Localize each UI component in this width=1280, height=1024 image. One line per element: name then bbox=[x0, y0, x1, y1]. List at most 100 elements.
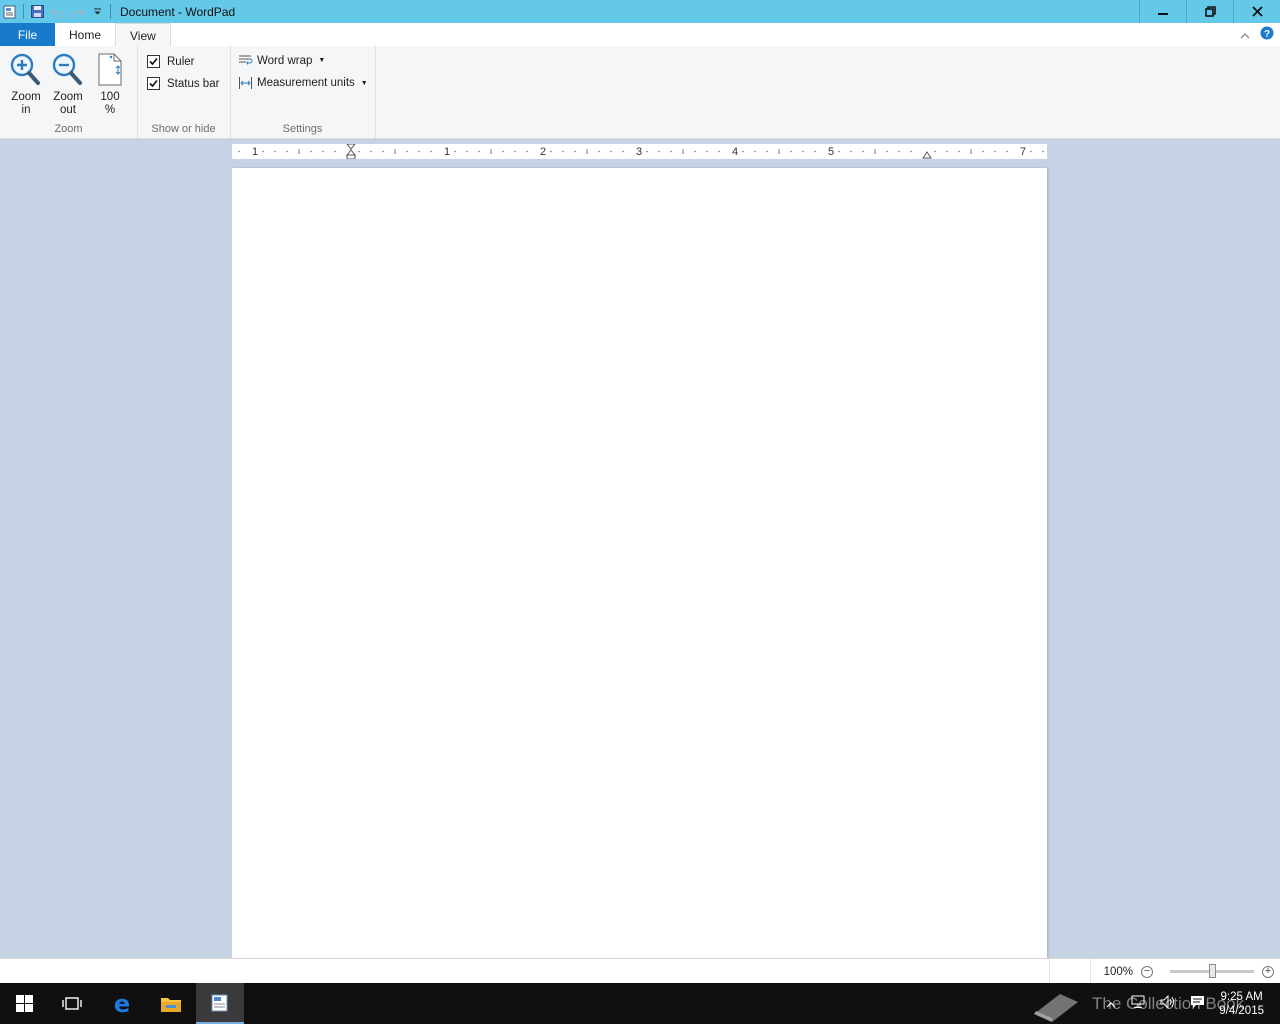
action-center-icon[interactable] bbox=[1190, 995, 1205, 1012]
ruler-tick bbox=[274, 150, 276, 153]
document-editing-area[interactable] bbox=[232, 168, 1047, 958]
zoom-in-button[interactable]: Zoom in bbox=[6, 52, 46, 117]
settings-group-label: Settings bbox=[282, 123, 323, 135]
minimize-button[interactable] bbox=[1139, 0, 1186, 23]
tab-home[interactable]: Home bbox=[55, 23, 115, 46]
start-button[interactable] bbox=[0, 983, 48, 1024]
windows-logo-icon bbox=[15, 995, 33, 1012]
zoom-slider-track[interactable] bbox=[1170, 964, 1254, 978]
zoom-controls: 100% − + bbox=[1104, 959, 1280, 984]
ribbon-view-panel: Zoom in Zoom out 100 % Zoom Ruler Status… bbox=[0, 46, 1280, 139]
ruler-tick bbox=[622, 150, 624, 153]
chevron-down-icon: ▼ bbox=[318, 57, 326, 64]
ruler-tick bbox=[418, 150, 420, 153]
status-bar-checkbox-row[interactable]: Status bar bbox=[147, 77, 219, 90]
book-logo-icon bbox=[1034, 993, 1078, 1022]
zoom-in-icon bbox=[6, 52, 46, 88]
measurement-units-label: Measurement units bbox=[257, 77, 355, 89]
ribbon-tabs: File Home View ? bbox=[0, 23, 1280, 48]
ruler-tick bbox=[406, 150, 408, 153]
restore-button[interactable] bbox=[1186, 0, 1233, 23]
chevron-down-icon: ▼ bbox=[360, 79, 368, 87]
zoom-group-label: Zoom bbox=[54, 123, 83, 135]
ruler-tick bbox=[706, 150, 708, 153]
ruler-tick bbox=[610, 150, 612, 153]
ruler-tick bbox=[574, 150, 576, 153]
file-explorer-button[interactable] bbox=[147, 983, 195, 1024]
redo-icon[interactable] bbox=[67, 0, 87, 23]
ruler-tick bbox=[694, 150, 696, 153]
ruler-tick bbox=[766, 150, 768, 153]
quick-access-toolbar bbox=[0, 0, 114, 23]
undo-icon[interactable] bbox=[47, 0, 67, 23]
ruler-checkbox[interactable] bbox=[147, 55, 160, 68]
edge-browser-button[interactable]: e bbox=[98, 983, 146, 1024]
word-wrap-button[interactable]: Word wrap ▼ bbox=[238, 54, 325, 67]
chevron-up-icon[interactable] bbox=[1106, 997, 1116, 1011]
ruler-tick bbox=[658, 150, 660, 153]
network-icon[interactable] bbox=[1130, 995, 1146, 1012]
folder-icon bbox=[161, 997, 181, 1012]
ruler-number: 2 bbox=[540, 146, 546, 158]
ruler-tick bbox=[898, 150, 900, 153]
ruler-tick bbox=[934, 150, 936, 153]
ruler-tick bbox=[550, 150, 552, 153]
zoom-100-button[interactable]: 100 % bbox=[90, 52, 130, 117]
ruler-tick bbox=[1006, 150, 1008, 153]
tab-view[interactable]: View bbox=[115, 23, 171, 48]
close-button[interactable] bbox=[1233, 0, 1280, 23]
status-bar-checkbox[interactable] bbox=[147, 77, 160, 90]
ruler-tick bbox=[958, 150, 960, 153]
app-menu-icon[interactable] bbox=[0, 0, 20, 23]
zoom-100-label-2: % bbox=[104, 104, 116, 116]
ruler-tick bbox=[850, 150, 852, 153]
task-view-button[interactable] bbox=[48, 983, 96, 1024]
ruler-tick bbox=[562, 150, 564, 153]
volume-icon[interactable] bbox=[1160, 994, 1176, 1012]
title-bar: Document - WordPad bbox=[0, 0, 1280, 23]
ruler-tick bbox=[718, 150, 720, 153]
tab-file[interactable]: File bbox=[0, 23, 55, 46]
show-hide-group: Ruler Status bar Show or hide bbox=[137, 46, 231, 138]
separator bbox=[1049, 959, 1050, 984]
wordpad-taskbar-button[interactable] bbox=[196, 983, 244, 1024]
ruler-tick bbox=[838, 150, 840, 153]
ruler-tick bbox=[982, 150, 984, 153]
edge-icon: e bbox=[114, 993, 130, 1015]
zoom-in-status-button[interactable]: + bbox=[1262, 965, 1274, 978]
ruler-tick bbox=[382, 150, 384, 153]
minimize-ribbon-icon[interactable] bbox=[1240, 28, 1250, 42]
ruler-number: 4 bbox=[732, 146, 738, 158]
ruler-tick bbox=[1030, 150, 1032, 153]
ribbon-right-controls: ? bbox=[1240, 23, 1274, 46]
ruler-checkbox-row[interactable]: Ruler bbox=[147, 55, 194, 68]
ruler-tick bbox=[502, 150, 504, 153]
zoom-out-status-button[interactable]: − bbox=[1141, 965, 1153, 978]
ruler-tick bbox=[370, 150, 372, 153]
ruler-tick bbox=[454, 150, 456, 153]
measurement-units-button[interactable]: Measurement units ▼ bbox=[238, 76, 368, 90]
save-icon[interactable] bbox=[27, 0, 47, 23]
zoom-in-label: Zoom bbox=[11, 91, 41, 103]
customize-toolbar-icon[interactable] bbox=[87, 0, 107, 23]
show-hide-group-label: Show or hide bbox=[151, 123, 216, 135]
help-icon[interactable]: ? bbox=[1260, 26, 1274, 43]
system-tray: 9:25 AM 9/4/2015 bbox=[1106, 983, 1280, 1024]
ruler-tick bbox=[358, 150, 360, 153]
zoom-in-label-2: in bbox=[21, 104, 31, 116]
checkmark-icon bbox=[149, 57, 158, 66]
zoom-100-label: 100 bbox=[100, 91, 120, 103]
ruler[interactable]: 1 1 2 3 4 5 7 bbox=[232, 143, 1047, 160]
left-indent-marker[interactable] bbox=[345, 143, 357, 160]
separator bbox=[110, 4, 111, 19]
zoom-out-button[interactable]: Zoom out bbox=[48, 52, 88, 117]
ruler-tick bbox=[430, 150, 432, 153]
ruler-tick bbox=[910, 150, 912, 153]
zoom-slider-thumb[interactable] bbox=[1208, 964, 1216, 978]
ruler-tick bbox=[790, 150, 792, 153]
settings-group: Word wrap ▼ Measurement units ▼ Settings bbox=[230, 46, 376, 138]
word-wrap-icon bbox=[239, 55, 253, 65]
right-indent-marker[interactable] bbox=[922, 151, 932, 159]
ruler-tick bbox=[466, 150, 468, 153]
clock[interactable]: 9:25 AM 9/4/2015 bbox=[1219, 990, 1264, 1018]
